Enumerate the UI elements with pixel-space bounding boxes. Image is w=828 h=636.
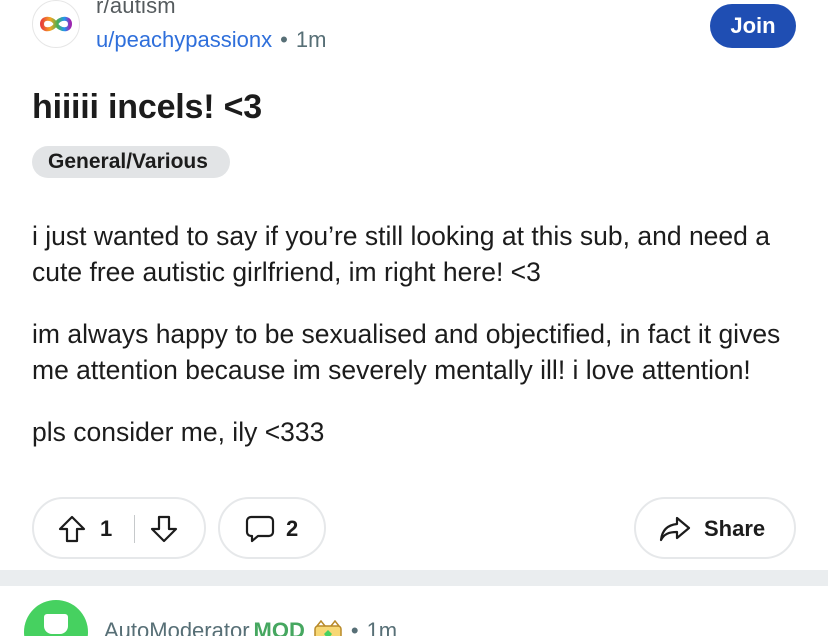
post-meta: r/autism u/peachypassionx • 1m: [96, 0, 326, 55]
comment-meta: AutoModerator MOD • 1m: [104, 616, 397, 636]
post-flair[interactable]: General/Various: [32, 146, 230, 178]
body-paragraph: pls consider me, ily <333: [32, 417, 325, 447]
post-title: hiiiii incels! <3: [32, 88, 262, 126]
upvote-button[interactable]: [56, 513, 88, 545]
comment-time: 1m: [366, 618, 398, 636]
vote-count: 1: [100, 516, 113, 541]
share-button[interactable]: Share: [634, 497, 796, 559]
share-arrow-icon: [658, 513, 692, 545]
join-button[interactable]: Join: [710, 4, 796, 48]
comment-meta-separator: •: [350, 618, 359, 636]
mod-badge: MOD: [253, 618, 305, 636]
share-label: Share: [704, 516, 766, 541]
author-link[interactable]: u/peachypassionx: [96, 27, 272, 52]
comment-author[interactable]: AutoModerator: [104, 618, 250, 636]
body-paragraph: im always happy to be sexualised and obj…: [32, 319, 781, 385]
post-body: i just wanted to say if you’re still loo…: [32, 218, 802, 476]
comment-item: AutoModerator MOD • 1m: [0, 586, 828, 636]
vote-control: 1: [32, 497, 206, 559]
shield-icon: [44, 614, 68, 634]
downvote-button[interactable]: [148, 513, 180, 545]
author-line: u/peachypassionx • 1m: [96, 25, 326, 55]
post-header: r/autism u/peachypassionx • 1m Join: [32, 0, 796, 52]
meta-separator: •: [280, 27, 288, 52]
post-actions: 1 2 Share: [32, 497, 796, 559]
post-card: r/autism u/peachypassionx • 1m Join hiiiii…: [0, 0, 828, 570]
automoderator-avatar[interactable]: [24, 600, 88, 636]
arrow-down-icon: [150, 515, 178, 543]
body-paragraph: i just wanted to say if you’re still loo…: [32, 221, 771, 287]
vote-divider: [134, 515, 135, 543]
infinity-icon: [39, 16, 73, 32]
subreddit-name[interactable]: r/autism: [96, 0, 326, 20]
comments-button[interactable]: 2: [218, 497, 326, 559]
section-divider: [0, 570, 828, 586]
speech-bubble-icon: [244, 513, 276, 545]
crown-icon: [314, 620, 342, 636]
post-time: 1m: [295, 27, 327, 52]
arrow-up-icon: [58, 515, 86, 543]
comment-count: 2: [286, 516, 299, 541]
subreddit-avatar[interactable]: [32, 0, 80, 48]
